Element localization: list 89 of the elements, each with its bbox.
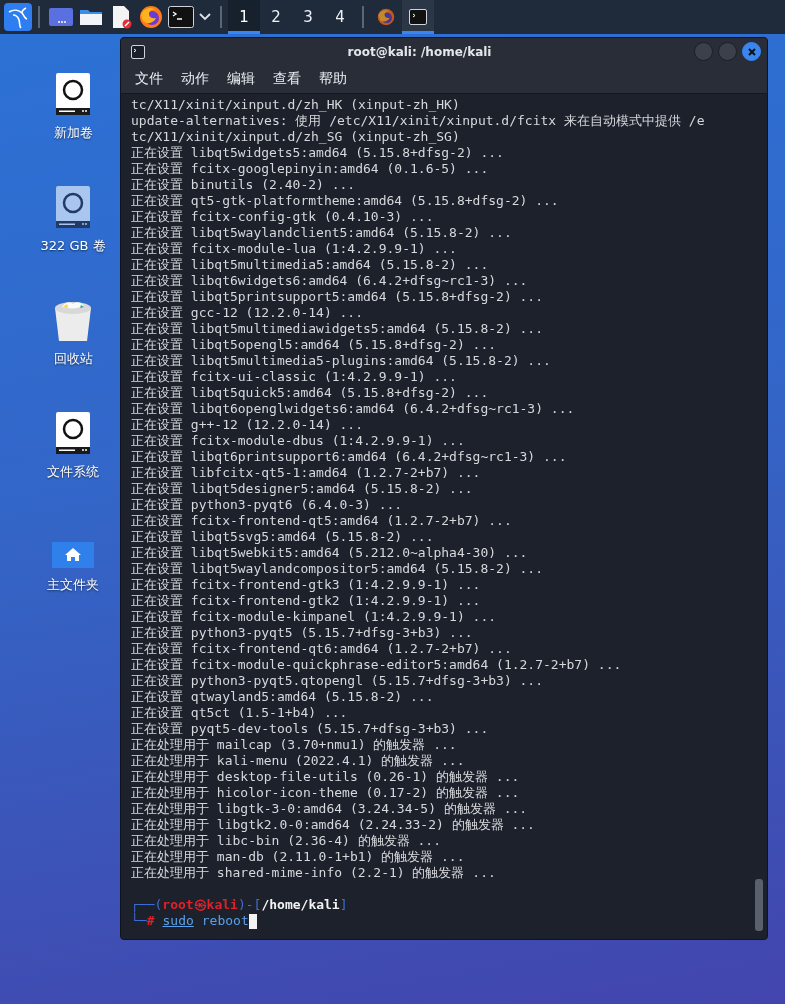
terminal-line: 正在设置 gcc-12 (12.2.0-14) ... <box>131 305 363 321</box>
drive-icon[interactable] <box>55 185 91 229</box>
folder-icon <box>79 7 103 27</box>
terminal-line: 正在设置 fcitx-frontend-gtk2 (1:4.2.9.9-1) ... <box>131 593 481 609</box>
terminal-line: 正在设置 pyqt5-dev-tools (5.15.7+dfsg-3+b3) ... <box>131 721 489 737</box>
terminal-line: 正在设置 fcitx-frontend-gtk3 (1:4.2.9.9-1) ... <box>131 577 481 593</box>
desktop-icon-label[interactable]: 回收站 <box>53 350 93 368</box>
workspace-button[interactable]: 4 <box>324 0 356 34</box>
drive-icon[interactable] <box>55 72 91 116</box>
caret-icon <box>199 13 211 21</box>
terminal-line: 正在设置 libqt5multimedia5-plugins:amd64 (5.15.8-2) ... <box>131 353 551 369</box>
terminal-line: 正在设置 libqt6widgets6:amd64 (6.4.2+dfsg~rc1-3) ... <box>131 273 528 289</box>
command-argument: reboot <box>201 913 249 929</box>
terminal-line: 正在设置 fcitx-frontend-qt5:amd64 (1.2.7-2+b7) ... <box>131 513 512 529</box>
terminal-line: 正在处理用于 mailcap (3.70+nmu1) 的触发器 ... <box>131 737 457 753</box>
terminal-line: 正在处理用于 libgtk2.0-0:amd64 (2.24.33-2) 的触发器 ... <box>131 817 535 833</box>
prompt-bracket: ┌──( <box>131 897 163 913</box>
terminal-line: 正在设置 libqt5widgets5:amd64 (5.15.8+dfsg-2) ... <box>131 145 504 161</box>
terminal-line: update-alternatives: 使用 /etc/X11/xinit/xinput.d/fcitx 来在自动模式中提供 /e <box>131 113 705 129</box>
terminal-line: 正在设置 libqt6printsupport6:amd64 (6.4.2+dfsg~rc1-3) ... <box>131 449 567 465</box>
menu-item[interactable]: 查看 <box>267 68 307 90</box>
terminal-line: 正在设置 fcitx-module-kimpanel (1:4.2.9.9-1) ... <box>131 609 497 625</box>
prompt-symbol: # <box>146 913 155 929</box>
menu-item[interactable]: 编辑 <box>221 68 261 90</box>
terminal-line: 正在处理用于 shared-mime-info (2.2-1) 的触发器 ... <box>131 865 496 881</box>
terminal-line: 正在设置 fcitx-module-quickphrase-editor5:amd64 (1.2.7-2+b7) ... <box>131 657 622 673</box>
terminal-line: 正在处理用于 libgtk-3-0:amd64 (3.24.34-5) 的触发器 ... <box>131 801 528 817</box>
workspace-button[interactable]: 3 <box>292 0 324 34</box>
terminal-line: 正在设置 fcitx-googlepinyin:amd64 (0.1.6-5) ... <box>131 161 489 177</box>
terminal-line: 正在设置 libqt5svg5:amd64 (5.15.8-2) ... <box>131 529 434 545</box>
terminal-line: tc/X11/xinit/xinput.d/zh_SG (xinput-zh_SG) <box>131 129 460 145</box>
terminal-line: 正在设置 qtwayland5:amd64 (5.15.8-2) ... <box>131 689 434 705</box>
drive-icon[interactable] <box>55 411 91 455</box>
document-icon <box>110 5 132 29</box>
terminal-line: 正在设置 python3-pyqt5.qtopengl (5.15.7+dfsg-3+b3) ... <box>131 673 544 689</box>
terminal-line: 正在设置 qt5ct (1.5-1+b4) ... <box>131 705 348 721</box>
desktop-icon-label[interactable]: 文件系统 <box>47 463 99 481</box>
terminal-line: 正在设置 fcitx-module-dbus (1:4.2.9.9-1) ... <box>131 433 465 449</box>
terminal-line: 正在设置 libqt5opengl5:amd64 (5.15.8+dfsg-2) ... <box>131 337 497 353</box>
terminal-line: 正在设置 python3-pyqt6 (6.4.0-3) ... <box>131 497 403 513</box>
scrollbar-thumb[interactable] <box>755 879 763 931</box>
terminal-line: 正在设置 libqt5quick5:amd64 (5.15.8+dfsg-2) ... <box>131 385 489 401</box>
terminal-line: 正在设置 libfcitx-qt5-1:amd64 (1.2.7-2+b7) ... <box>131 465 481 481</box>
terminal-line: tc/X11/xinit/xinput.d/zh_HK (xinput-zh_HK) <box>131 97 460 113</box>
terminal-icon <box>131 44 145 59</box>
prompt-bracket: ] <box>339 897 348 913</box>
terminal-line: 正在设置 libqt5designer5:amd64 (5.15.8-2) ... <box>131 481 473 497</box>
terminal-line: 正在设置 binutils (2.40-2) ... <box>131 177 356 193</box>
terminal-line: 正在设置 libqt5multimediawidgets5:amd64 (5.15.8-2) ... <box>131 321 544 337</box>
workspace-button[interactable]: 1 <box>228 0 260 34</box>
text-cursor <box>248 913 257 929</box>
prompt-user: root㉿kali <box>162 897 238 913</box>
terminal-icon <box>168 6 194 28</box>
terminal-line: 正在设置 fcitx-ui-classic (1:4.2.9.9-1) ... <box>131 369 457 385</box>
prompt-path: /home/kali <box>261 897 340 913</box>
desktop-icon-label[interactable]: 新加卷 <box>53 124 93 142</box>
terminal-line: 正在设置 libqt6openglwidgets6:amd64 (6.4.2+dfsg~rc1-3) ... <box>131 401 575 417</box>
desktop-icon-label[interactable]: 主文件夹 <box>47 576 99 594</box>
command-text: sudo <box>162 913 194 929</box>
terminal-line: 正在处理用于 desktop-file-utils (0.26-1) 的触发器 ... <box>131 769 520 785</box>
terminal-line: 正在处理用于 kali-menu (2022.4.1) 的触发器 ... <box>131 753 465 769</box>
terminal-line: 正在设置 libqt5waylandcompositor5:amd64 (5.15.8-2) ... <box>131 561 544 577</box>
terminal-line: 正在处理用于 hicolor-icon-theme (0.17-2) 的触发器 ... <box>131 785 520 801</box>
terminal-line: 正在设置 fcitx-config-gtk (0.4.10-3) ... <box>131 209 434 225</box>
menu-item[interactable]: 文件 <box>129 68 169 90</box>
terminal-task-button[interactable] <box>402 0 434 34</box>
workspace-button[interactable]: 2 <box>260 0 292 34</box>
desktop-icon-label[interactable]: 322 GB 卷 <box>40 237 106 255</box>
menu-item[interactable]: 帮助 <box>313 68 353 90</box>
terminal-line: 正在处理用于 man-db (2.11.0-1+b1) 的触发器 ... <box>131 849 465 865</box>
desktop-icon <box>49 7 73 27</box>
terminal-line: 正在设置 python3-pyqt5 (5.15.7+dfsg-3+b3) ... <box>131 625 473 641</box>
terminal-line: 正在设置 libqt5webkit5:amd64 (5.212.0~alpha4-30) ... <box>131 545 528 561</box>
prompt-bracket: └─ <box>131 913 147 929</box>
window-title: root@kali: /home/kali <box>346 44 493 59</box>
home-folder-icon[interactable] <box>52 542 94 568</box>
prompt-bracket: )-[ <box>237 897 262 913</box>
terminal-line: 正在设置 fcitx-module-lua (1:4.2.9.9-1) ... <box>131 241 457 257</box>
terminal-line: 正在处理用于 libc-bin (2.36-4) 的触发器 ... <box>131 833 441 849</box>
terminal-line: 正在设置 fcitx-frontend-qt6:amd64 (1.2.7-2+b7) ... <box>131 641 512 657</box>
terminal-icon <box>409 9 427 25</box>
close-button[interactable] <box>742 42 761 61</box>
terminal-line: 正在设置 libqt5multimedia5:amd64 (5.15.8-2) ... <box>131 257 489 273</box>
terminal-line: 正在设置 g++-12 (12.2.0-14) ... <box>131 417 363 433</box>
menu-item[interactable]: 动作 <box>175 68 215 90</box>
close-icon <box>746 46 757 57</box>
terminal-line: 正在设置 qt5-gtk-platformtheme:amd64 (5.15.8+dfsg-2) ... <box>131 193 559 209</box>
terminal-line: 正在设置 libqt5waylandclient5:amd64 (5.15.8-2) ... <box>131 225 512 241</box>
terminal-line: 正在设置 libqt5printsupport5:amd64 (5.15.8+dfsg-2) ... <box>131 289 544 305</box>
